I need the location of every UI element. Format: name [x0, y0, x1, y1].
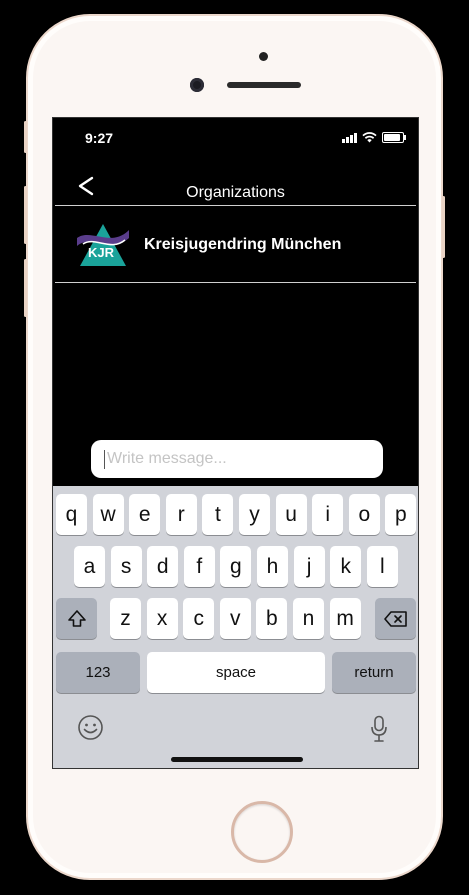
key-d[interactable]: d	[147, 546, 179, 587]
organization-list-item[interactable]: KJR Kreisjugendring München	[53, 206, 418, 281]
key-v[interactable]: v	[219, 598, 251, 639]
key-p[interactable]: p	[385, 494, 417, 535]
emoji-icon[interactable]	[77, 714, 104, 741]
power-button	[442, 196, 445, 258]
svg-text:KJR: KJR	[88, 245, 115, 260]
delete-key[interactable]	[375, 598, 416, 639]
numbers-key[interactable]: 123	[56, 652, 140, 693]
key-m[interactable]: m	[329, 598, 361, 639]
key-o[interactable]: o	[348, 494, 380, 535]
text-caret	[104, 450, 105, 469]
message-input-container[interactable]	[91, 440, 383, 478]
front-camera	[190, 78, 204, 92]
home-button[interactable]	[231, 801, 293, 863]
microphone-icon[interactable]	[370, 715, 388, 743]
backspace-icon	[383, 610, 407, 627]
space-key[interactable]: space	[147, 652, 325, 693]
volume-down-button	[24, 259, 27, 317]
key-s[interactable]: s	[110, 546, 142, 587]
key-b[interactable]: b	[256, 598, 288, 639]
status-time: 9:27	[85, 130, 114, 146]
status-icons	[342, 132, 406, 143]
key-e[interactable]: e	[129, 494, 161, 535]
key-i[interactable]: i	[312, 494, 344, 535]
message-input[interactable]	[105, 449, 369, 469]
key-w[interactable]: w	[92, 494, 124, 535]
organization-name: Kreisjugendring München	[144, 236, 342, 253]
key-z[interactable]: z	[110, 598, 141, 639]
key-n[interactable]: n	[293, 598, 324, 639]
page-title: Organizations	[186, 184, 285, 201]
key-a[interactable]: a	[74, 546, 105, 587]
key-k[interactable]: k	[330, 546, 362, 587]
wifi-icon	[362, 132, 377, 143]
key-j[interactable]: j	[293, 546, 325, 587]
cellular-signal-icon	[342, 132, 357, 143]
proximity-sensor	[259, 52, 268, 61]
navigation-bar: Organizations	[53, 173, 418, 205]
return-key[interactable]: return	[332, 652, 416, 693]
home-indicator	[171, 757, 303, 762]
onscreen-keyboard: qwertyuiop asdfghjkl zxcvbnm 123 space r…	[53, 486, 418, 768]
kjr-logo: KJR	[77, 224, 129, 266]
key-c[interactable]: c	[183, 598, 215, 639]
volume-up-button	[24, 186, 27, 244]
key-f[interactable]: f	[183, 546, 215, 587]
key-y[interactable]: y	[239, 494, 270, 535]
key-h[interactable]: h	[257, 546, 288, 587]
app-screen: 9:27 Organizations KJR Kreisjugendring M	[52, 117, 419, 769]
battery-icon	[382, 132, 406, 143]
key-l[interactable]: l	[366, 546, 398, 587]
key-u[interactable]: u	[275, 494, 307, 535]
shift-key[interactable]	[56, 598, 97, 639]
earpiece-speaker	[227, 82, 301, 88]
key-q[interactable]: q	[56, 494, 87, 535]
key-g[interactable]: g	[220, 546, 252, 587]
status-bar: 9:27	[53, 128, 418, 148]
list-divider	[55, 282, 416, 283]
key-r[interactable]: r	[165, 494, 197, 535]
silent-switch	[24, 121, 27, 153]
key-t[interactable]: t	[202, 494, 234, 535]
shift-arrow-icon	[67, 609, 86, 627]
key-x[interactable]: x	[146, 598, 178, 639]
